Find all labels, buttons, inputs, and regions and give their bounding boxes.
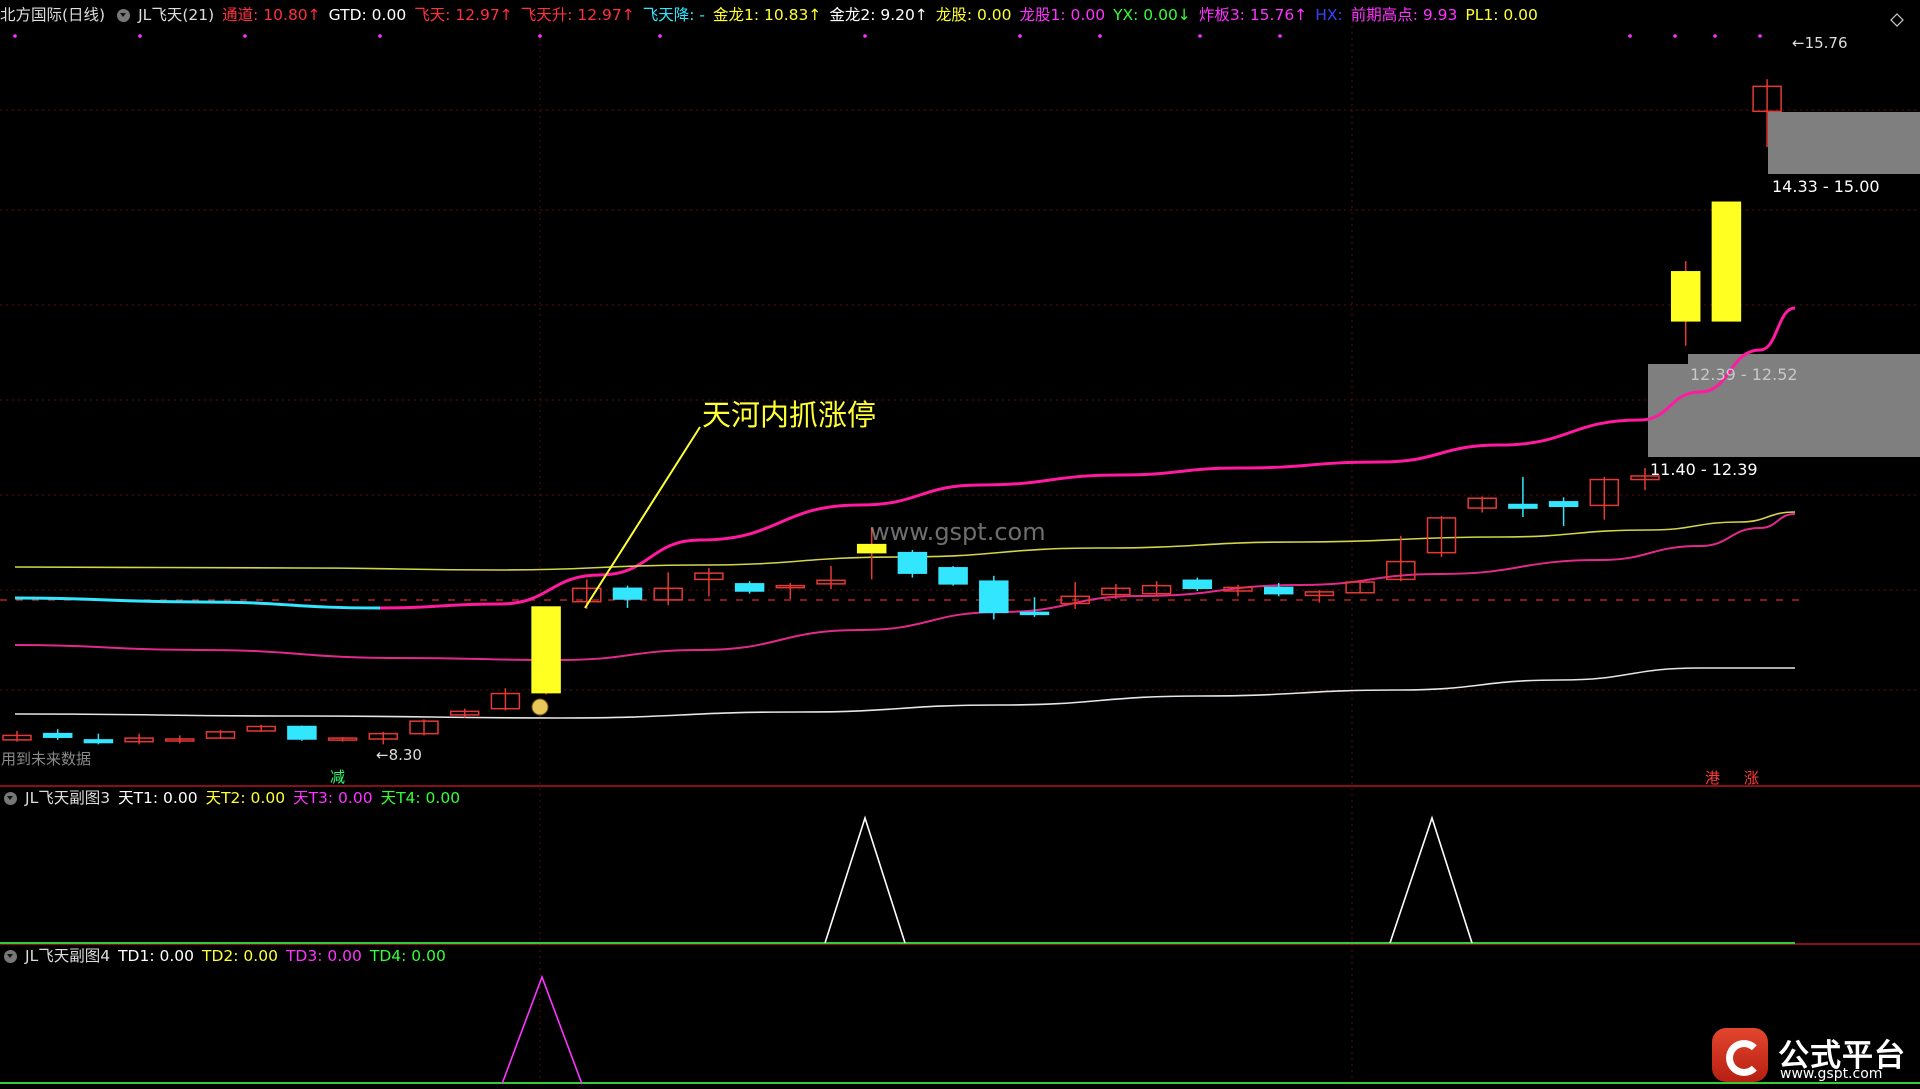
signal-dot xyxy=(1018,34,1022,38)
signal-dot xyxy=(1628,34,1632,38)
signal-dot xyxy=(1098,34,1102,38)
candle-body xyxy=(1263,586,1294,595)
candle-body xyxy=(1019,611,1050,616)
candle-body xyxy=(734,583,765,592)
candle-body xyxy=(42,732,73,738)
magenta-upper-line xyxy=(379,306,1796,610)
sub3-peak-1 xyxy=(824,815,906,944)
signal-dot xyxy=(13,34,17,38)
candle-body xyxy=(938,567,968,585)
signal-dot xyxy=(1758,34,1762,38)
candle-body xyxy=(897,551,928,574)
zone-label-low: 11.40 - 12.39 xyxy=(1650,460,1758,479)
candle-body xyxy=(1548,501,1579,508)
high-price-marker: ←15.76 xyxy=(1792,34,1848,52)
logo-site: www.gspt.com xyxy=(1780,1066,1883,1082)
annotation-line xyxy=(584,426,701,609)
candle-body xyxy=(1670,271,1701,322)
sub-chart-lines xyxy=(0,815,1920,1085)
sub3-peak-2 xyxy=(1389,815,1473,944)
candle-body xyxy=(612,587,643,600)
gspt-logo: 公式平台 www.gspt.com xyxy=(1712,1028,1912,1084)
indicator-lines xyxy=(14,306,1796,719)
signal-dot xyxy=(378,34,382,38)
white-line xyxy=(14,667,1795,719)
signal-dot xyxy=(538,34,542,38)
annotation-layer xyxy=(13,13,1904,716)
diamond-icon xyxy=(1890,13,1904,27)
signal-gang: 港 xyxy=(1705,769,1721,787)
candles xyxy=(2,79,1782,745)
candle-body xyxy=(531,606,561,694)
gspt-logo-icon xyxy=(1712,1028,1768,1082)
signal-dot xyxy=(658,34,662,38)
candle-body xyxy=(1508,503,1538,509)
low-price-marker: ←8.30 xyxy=(376,746,422,764)
candle-body xyxy=(1182,579,1213,590)
signal-dot xyxy=(243,34,247,38)
candle-body xyxy=(1711,201,1742,322)
candle-body xyxy=(287,725,317,740)
zone-label-mid: 12.39 - 12.52 xyxy=(1690,365,1798,384)
site-watermark: www.gspt.com xyxy=(870,518,1046,546)
signal-jian: 减 xyxy=(330,768,346,786)
sub4-peak xyxy=(501,974,583,1085)
candle-body xyxy=(979,580,1009,614)
money-bag-icon xyxy=(531,698,549,716)
future-data-note: 用到未来数据 xyxy=(1,750,92,768)
signal-dot xyxy=(1278,34,1282,38)
signal-dot xyxy=(1713,34,1717,38)
signal-dot xyxy=(863,34,867,38)
signal-dot xyxy=(1198,34,1202,38)
zone-label-top: 14.33 - 15.00 xyxy=(1772,177,1880,196)
signal-dot xyxy=(138,34,142,38)
zone-box-top xyxy=(1768,112,1920,174)
signal-dot xyxy=(1673,34,1677,38)
annotation-text: 天河内抓涨停 xyxy=(702,398,877,432)
candle-body xyxy=(83,739,114,744)
signal-zhang: 涨 xyxy=(1744,769,1760,787)
